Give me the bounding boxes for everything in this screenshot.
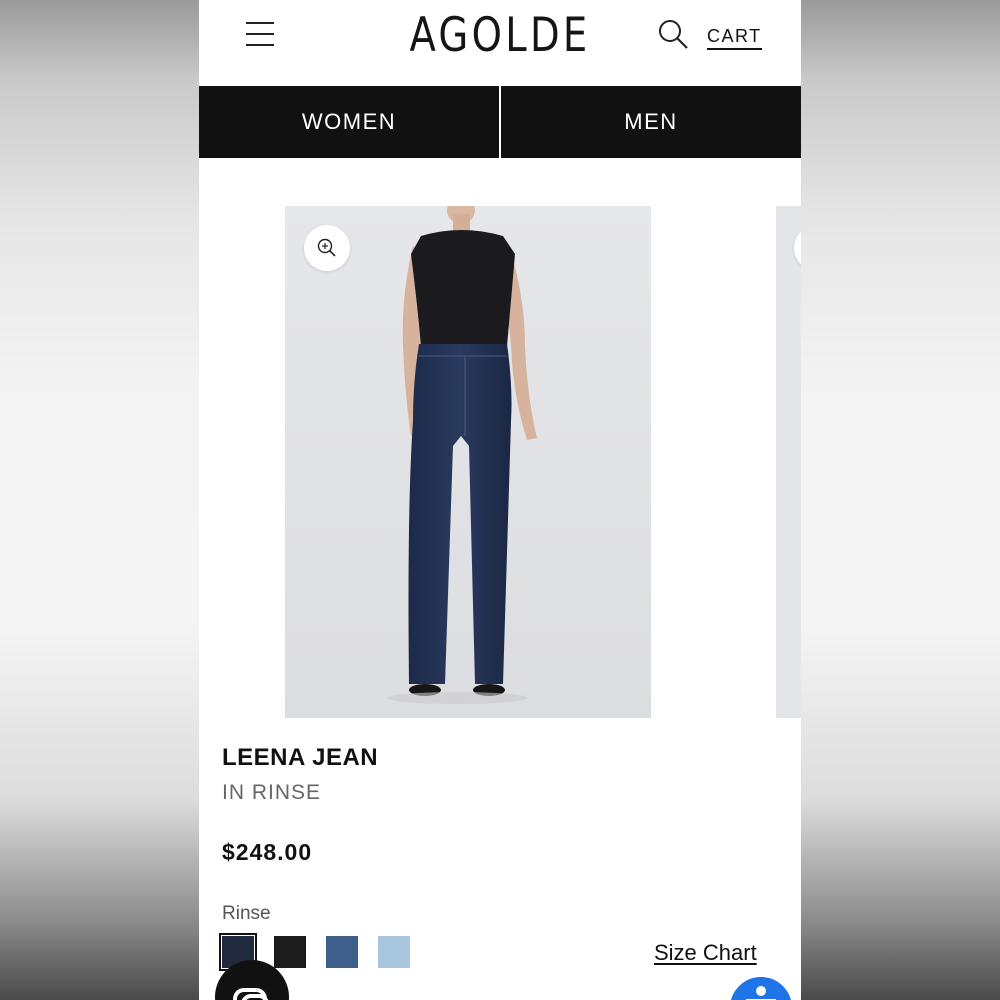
size-chart-link[interactable]: Size Chart: [654, 940, 757, 966]
model-photo: [285, 206, 651, 718]
zoom-in-icon: [317, 238, 336, 257]
next-product-image[interactable]: [776, 206, 801, 718]
product-color-name: IN RINSE: [222, 781, 322, 804]
zoom-button[interactable]: [304, 225, 350, 271]
category-nav: WOMEN MEN: [199, 86, 801, 158]
cart-link[interactable]: CART: [707, 26, 762, 50]
chat-icon: [233, 988, 269, 1000]
accessibility-icon: [746, 986, 776, 1000]
chat-button[interactable]: [215, 960, 289, 1000]
tab-men[interactable]: MEN: [501, 86, 801, 158]
mobile-page: AGOLDE CART WOMEN MEN LEENA JEAN IN RINS…: [199, 0, 801, 1000]
product-image[interactable]: [285, 206, 651, 718]
site-header: AGOLDE CART: [199, 0, 801, 86]
product-price: $248.00: [222, 839, 313, 865]
zoom-button-next[interactable]: [794, 225, 801, 271]
tab-women[interactable]: WOMEN: [199, 86, 499, 158]
selected-color-label: Rinse: [222, 903, 271, 924]
swatch-light-blue[interactable]: [378, 936, 410, 968]
product-name: LEENA JEAN: [222, 744, 379, 771]
search-icon[interactable]: [657, 18, 691, 52]
swatch-medium-blue[interactable]: [326, 936, 358, 968]
accessibility-button[interactable]: [727, 974, 795, 1000]
